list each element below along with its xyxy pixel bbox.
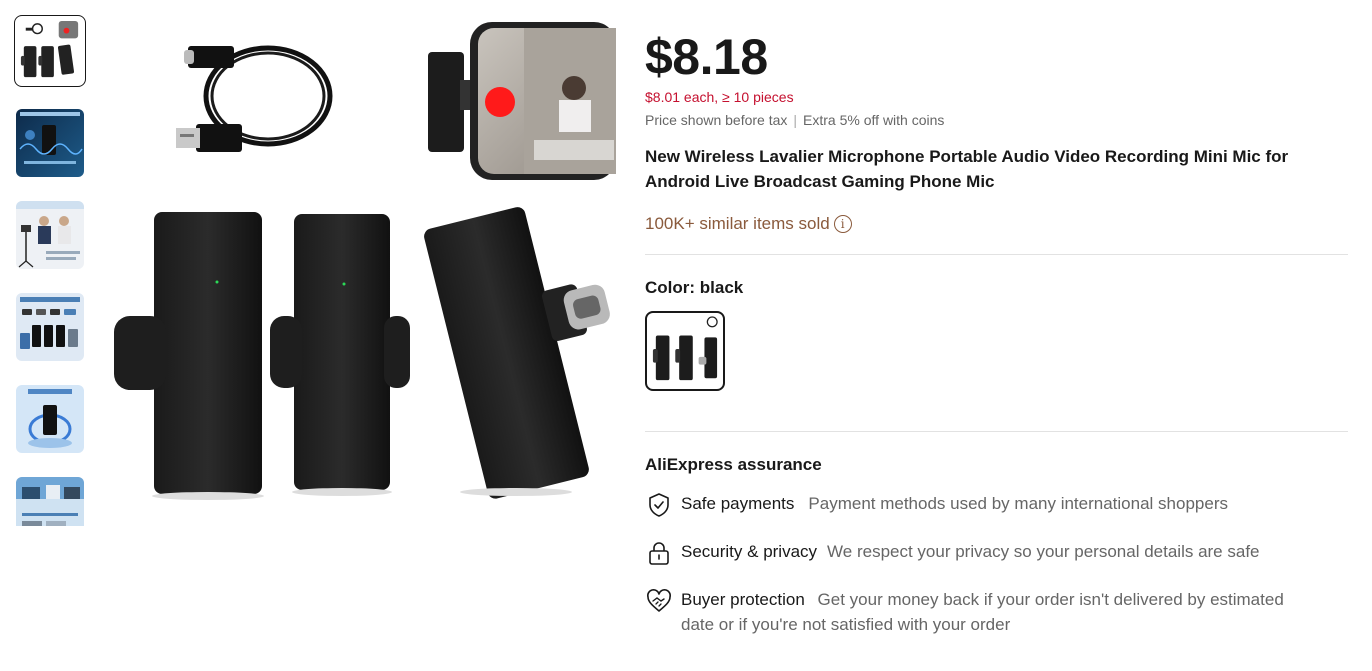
info-icon[interactable]: i <box>833 215 852 233</box>
divider <box>645 431 1348 432</box>
product-title: New Wireless Lavalier Microphone Portabl… <box>645 147 1289 191</box>
product-price: $8.18 <box>645 29 768 85</box>
thumbnail-image <box>18 19 82 83</box>
sold-count-text: 100K+ similar items sold <box>645 214 830 233</box>
color-label: Color: black <box>645 278 744 297</box>
tax-note: Price shown before tax <box>645 112 788 128</box>
coins-note: Extra 5% off with coins <box>803 112 945 128</box>
assurance-item-safe-payments: Safe payments Payment methods used by ma… <box>645 491 1350 519</box>
thumbnail-usage-scenarios[interactable] <box>16 477 84 526</box>
product-info-panel: $8.18 $8.01 each, ≥ 10 pieces Price show… <box>645 28 1350 637</box>
separator: | <box>793 112 798 128</box>
color-swatch-black[interactable] <box>645 311 725 391</box>
thumbnail-universal-adapters[interactable] <box>16 293 84 361</box>
assurance-desc: Payment methods used by many internation… <box>808 494 1228 513</box>
assurance-item-security-privacy: Security & privacy We respect your priva… <box>645 539 1350 567</box>
handshake-heart-icon <box>645 587 673 615</box>
assurance-title: AliExpress assurance <box>645 455 822 474</box>
shield-check-icon <box>645 491 673 519</box>
product-illustration <box>104 0 616 520</box>
divider <box>645 254 1348 255</box>
thumbnail-image <box>16 201 84 269</box>
thumbnail-interview-scene[interactable] <box>16 201 84 269</box>
thumbnail-image <box>16 385 84 453</box>
thumbnail-noise-reduction-banner[interactable] <box>16 109 84 177</box>
thumbnail-list <box>14 14 86 526</box>
assurance-text: Buyer protection Get your money back if … <box>681 587 1301 637</box>
main-product-image[interactable] <box>104 0 616 520</box>
sold-count: 100K+ similar items sold i <box>645 214 1350 234</box>
thumbnail-image <box>16 109 84 177</box>
bulk-price: $8.01 each, ≥ 10 pieces <box>645 89 794 105</box>
thumbnail-image <box>16 477 84 526</box>
assurance-head: Safe payments <box>681 494 795 513</box>
tax-note-line: Price shown before tax | Extra 5% off with… <box>645 111 1350 129</box>
assurance-item-buyer-protection: Buyer protection Get your money back if … <box>645 587 1350 637</box>
swatch-image <box>650 316 720 386</box>
thumbnail-long-battery-life[interactable] <box>16 385 84 453</box>
thumbnail-image <box>16 293 84 361</box>
assurance-desc: We respect your privacy so your personal… <box>827 542 1260 561</box>
assurance-head: Buyer protection <box>681 590 805 609</box>
thumbnail-product-overview[interactable] <box>14 15 86 87</box>
assurance-head: Security & privacy <box>681 542 818 561</box>
lock-icon <box>645 539 673 567</box>
